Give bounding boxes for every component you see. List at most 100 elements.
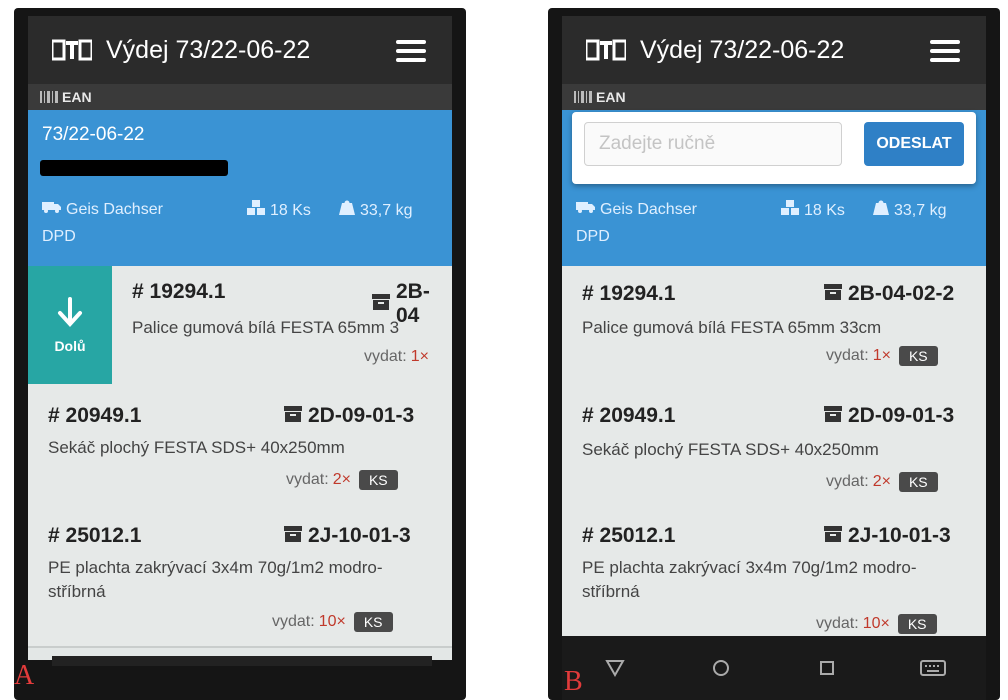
carrier-name: Geis Dachser (600, 200, 697, 218)
order-info-panel: 73/22-06-22 Geis Dachser 18 Ks 33,7 kg D… (28, 110, 452, 266)
quantity-value: 10× (318, 613, 346, 630)
truck-icon (42, 200, 62, 219)
quantity-value: 1× (872, 347, 891, 364)
archive-box-icon (824, 404, 842, 428)
item-quantity: vydat: 1× (364, 348, 429, 366)
app-screen-a: Výdej 73/22-06-22 EAN 73/22-06-22 Geis D… (28, 16, 452, 660)
item-id: # 25012.1 (48, 524, 142, 547)
scan-mode-label: EAN (596, 89, 626, 105)
nav-home-icon[interactable] (705, 652, 737, 684)
quantity-label: vydat: (272, 613, 315, 630)
item-location-code: 2B-04-02-2 (848, 282, 955, 305)
quantity-label: vydat: (286, 471, 329, 488)
send-button[interactable]: ODESLAT (864, 122, 964, 166)
hamburger-menu-icon[interactable] (930, 40, 960, 62)
app-title: Výdej 73/22-06-22 (640, 35, 845, 64)
item-location: 2D-09-01-3 (284, 404, 414, 428)
item-location: 2J-10-01-3 (284, 524, 411, 548)
app-bar: Výdej 73/22-06-22 (562, 16, 986, 84)
item-quantity: vydat: 10× KS (816, 614, 937, 634)
carrier-name: Geis Dachser (66, 200, 163, 218)
unit-badge: KS (358, 470, 398, 490)
list-item[interactable]: # 19294.1 2B-04-02-2 Palice gumová bílá … (562, 266, 986, 386)
item-name: Sekáč plochý FESTA SDS+ 40x250mm (582, 440, 879, 459)
archive-box-icon (284, 404, 302, 428)
nav-back-icon[interactable] (599, 652, 631, 684)
android-nav-bar (562, 636, 986, 700)
pieces-info: 18 Ks (246, 200, 311, 221)
quantity-value: 2× (332, 471, 351, 488)
item-location-code: 2D-09-01-3 (308, 404, 415, 427)
list-item[interactable]: # 25012.1 2J-10-01-3 PE plachta zakrývac… (28, 506, 452, 648)
phone-screenshot-a: Výdej 73/22-06-22 EAN 73/22-06-22 Geis D… (14, 8, 466, 700)
item-name: PE plachta zakrývací 3x4m 70g/1m2 modro-… (48, 558, 383, 601)
keyboard-icon[interactable] (917, 652, 949, 684)
arrow-down-icon (57, 296, 83, 332)
list-item[interactable]: Dolů # 19294.1 2B-04 Palice gumová bílá … (28, 266, 452, 386)
quantity-label: vydat: (364, 348, 407, 365)
scroll-down-button[interactable]: Dolů (28, 266, 112, 384)
quantity-value: 1× (410, 348, 429, 365)
app-bar: Výdej 73/22-06-22 (28, 16, 452, 84)
weight-info: 33,7 kg (872, 200, 946, 221)
order-number: 73/22-06-22 (42, 124, 145, 145)
barcode-icon (574, 91, 592, 103)
item-id: # 19294.1 (132, 280, 226, 303)
item-quantity: vydat: 10× KS (272, 612, 393, 632)
scan-mode-label: EAN (62, 89, 92, 105)
item-quantity: vydat: 2× KS (826, 472, 938, 492)
item-location: 2J-10-01-3 (824, 524, 951, 548)
item-name: Palice gumová bílá FESTA 65mm 33cm (582, 318, 882, 337)
quantity-label: vydat: (826, 347, 869, 364)
pieces-count: 18 Ks (804, 201, 845, 219)
list-item[interactable]: # 20949.1 2D-09-01-3 Sekáč plochý FESTA … (28, 384, 452, 508)
carrier-info: Geis Dachser (42, 200, 163, 219)
panel-label-a: A (14, 660, 35, 691)
unit-badge: KS (353, 612, 393, 632)
boxes-icon (780, 200, 800, 221)
service-name: DPD (576, 228, 610, 245)
unit-badge: KS (897, 614, 937, 634)
unit-badge: KS (898, 472, 938, 492)
archive-box-icon (824, 524, 842, 548)
archive-box-icon (372, 292, 390, 316)
boxes-icon (246, 200, 266, 221)
app-title: Výdej 73/22-06-22 (106, 35, 311, 64)
redaction-bar (52, 656, 432, 666)
weight-info: 33,7 kg (338, 200, 412, 221)
manual-code-input[interactable] (584, 122, 842, 166)
service-name: DPD (42, 228, 76, 245)
carrier-info: Geis Dachser (576, 200, 697, 219)
list-item[interactable]: # 20949.1 2D-09-01-3 Sekáč plochý FESTA … (562, 384, 986, 512)
scroll-down-label: Dolů (54, 337, 86, 354)
scale-icon (872, 200, 890, 221)
cts-logo (52, 39, 92, 61)
item-location-code: 2J-10-01-3 (848, 524, 951, 547)
quantity-label: vydat: (816, 615, 859, 632)
item-location: 2D-09-01-3 (824, 404, 954, 428)
phone-screenshot-b: Výdej 73/22-06-22 EAN Geis Dachser 18 Ks (548, 8, 1000, 700)
item-location-code: 2J-10-01-3 (308, 524, 411, 547)
hamburger-menu-icon[interactable] (396, 40, 426, 62)
weight-value: 33,7 kg (360, 201, 413, 219)
truck-icon (576, 200, 596, 219)
scan-mode-bar[interactable]: EAN (562, 84, 986, 110)
scan-mode-bar[interactable]: EAN (28, 84, 452, 110)
item-location-code: 2B-04 (396, 280, 430, 327)
quantity-value: 10× (862, 615, 890, 632)
manual-entry-card: ODESLAT (572, 112, 976, 184)
quantity-value: 2× (872, 473, 891, 490)
archive-box-icon (284, 524, 302, 548)
list-item[interactable]: # 25012.1 2J-10-01-3 PE plachta zakrývac… (562, 510, 986, 636)
item-name: Sekáč plochý FESTA SDS+ 40x250mm (48, 438, 345, 457)
pieces-info: 18 Ks (780, 200, 845, 221)
archive-box-icon (824, 282, 842, 306)
pieces-count: 18 Ks (270, 201, 311, 219)
item-location: 2B-04-02-2 (824, 282, 954, 306)
nav-recent-icon[interactable] (811, 652, 843, 684)
weight-value: 33,7 kg (894, 201, 947, 219)
quantity-label: vydat: (826, 473, 869, 490)
unit-badge: KS (898, 346, 938, 366)
item-name: PE plachta zakrývací 3x4m 70g/1m2 modro-… (582, 558, 917, 601)
item-id: # 20949.1 (48, 404, 142, 427)
